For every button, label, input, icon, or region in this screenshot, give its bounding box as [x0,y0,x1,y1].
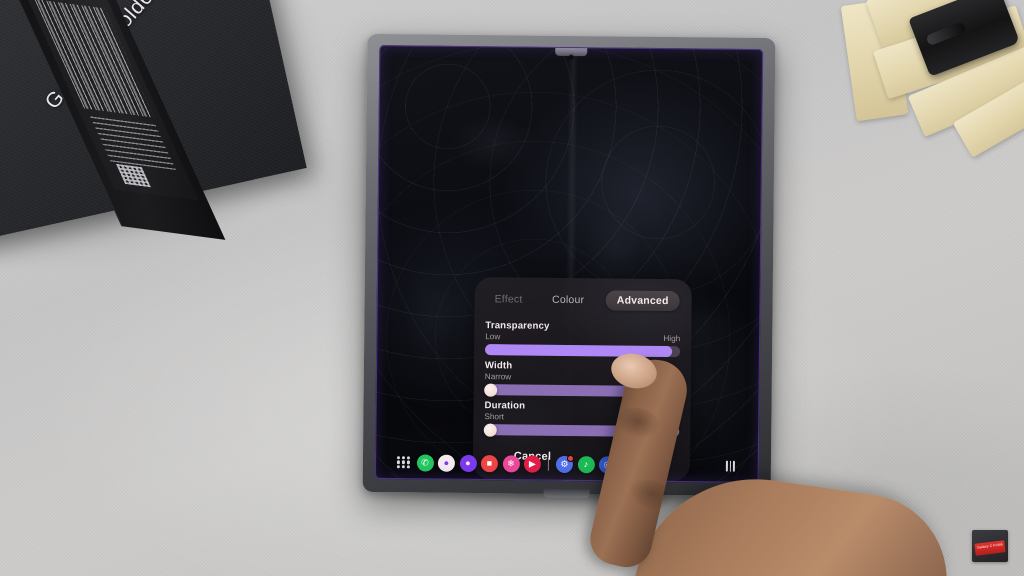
galaxy-z-fold-device: Effect Colour Advanced Transparency Low … [362,33,776,499]
notes-app-icon-glyph: ■ [486,457,493,468]
taskbar: ✆ ● ● ■ ❄ ▶ ⚙ ♪ ◎ ‖ [391,451,745,477]
notes-app-icon[interactable]: ■ [480,454,499,472]
camera-app-icon-glyph: ◎ [603,458,612,469]
messages-app-icon-glyph: ● [443,457,450,468]
tab-advanced[interactable]: Advanced [605,290,680,312]
phone-hinge [543,488,590,499]
phone-app-icon[interactable]: ✆ [416,453,434,472]
clamp-screw-icon [1000,0,1020,2]
slider-label-duration: Duration [484,400,526,412]
phone-app-icon-glyph: ✆ [421,456,429,468]
dialog-tab-bar: Effect Colour Advanced [474,277,691,317]
youtube-app-icon[interactable]: ▶ [523,455,542,473]
front-camera-icon [569,54,574,60]
spotify-app-icon-glyph: ♪ [583,458,589,469]
slider-min-label-width: Narrow [484,372,512,382]
channel-watermark: Galaxy Z Fold6 [972,530,1008,562]
recents-icon[interactable] [726,460,739,472]
youtube-app-icon-glyph: ▶ [528,458,536,469]
slider-max-label-transparency: High [663,333,681,344]
edge-lighting-settings-dialog: Effect Colour Advanced Transparency Low … [472,277,692,482]
slider-group-width: Width Narrow Wide [474,355,691,398]
slider-min-label-duration: Short [484,412,505,422]
snowflake-app-icon[interactable]: ❄ [502,454,520,472]
slider-group-duration: Duration Short [473,395,690,438]
apps-grid-icon[interactable] [396,455,410,469]
phone-screen[interactable]: Effect Colour Advanced Transparency Low … [374,45,764,483]
samsung-internet-app-icon-glyph: ● [465,457,471,468]
taskbar-divider [547,457,549,471]
screenshot-scene: Galaxy Z Fold6 [0,0,1024,576]
notification-badge [566,454,575,462]
tab-colour[interactable]: Colour [544,290,592,311]
voice-recorder-app-icon-glyph: ‖ [627,459,631,470]
snowflake-app-icon-glyph: ❄ [507,457,515,468]
samsung-internet-app-icon[interactable]: ● [459,454,477,472]
label-text-lines [89,115,176,171]
slider-group-transparency: Transparency Low High [474,315,691,358]
settings-app-icon[interactable]: ⚙ [555,454,575,473]
slider-label-width: Width [484,360,513,372]
messages-app-icon[interactable]: ● [437,454,456,472]
spotify-app-icon[interactable]: ♪ [577,455,595,473]
tab-effect[interactable]: Effect [487,289,531,309]
camera-app-icon[interactable]: ◎ [598,455,617,474]
slider-endpoints-transparency: Low High [485,332,680,345]
slider-label-transparency: Transparency [485,320,550,332]
slider-max-label-width: Wide [661,373,680,384]
taskbar-app-list: ✆ ● ● ■ ❄ ▶ ⚙ ♪ ◎ ‖ [416,453,638,474]
slider-endpoints-width: Narrow Wide [485,372,680,385]
slider-endpoints-duration: Short [484,412,679,425]
voice-recorder-app-icon[interactable]: ‖ [620,456,638,474]
qr-code-icon [116,163,151,188]
slider-min-label-transparency: Low [485,332,501,342]
